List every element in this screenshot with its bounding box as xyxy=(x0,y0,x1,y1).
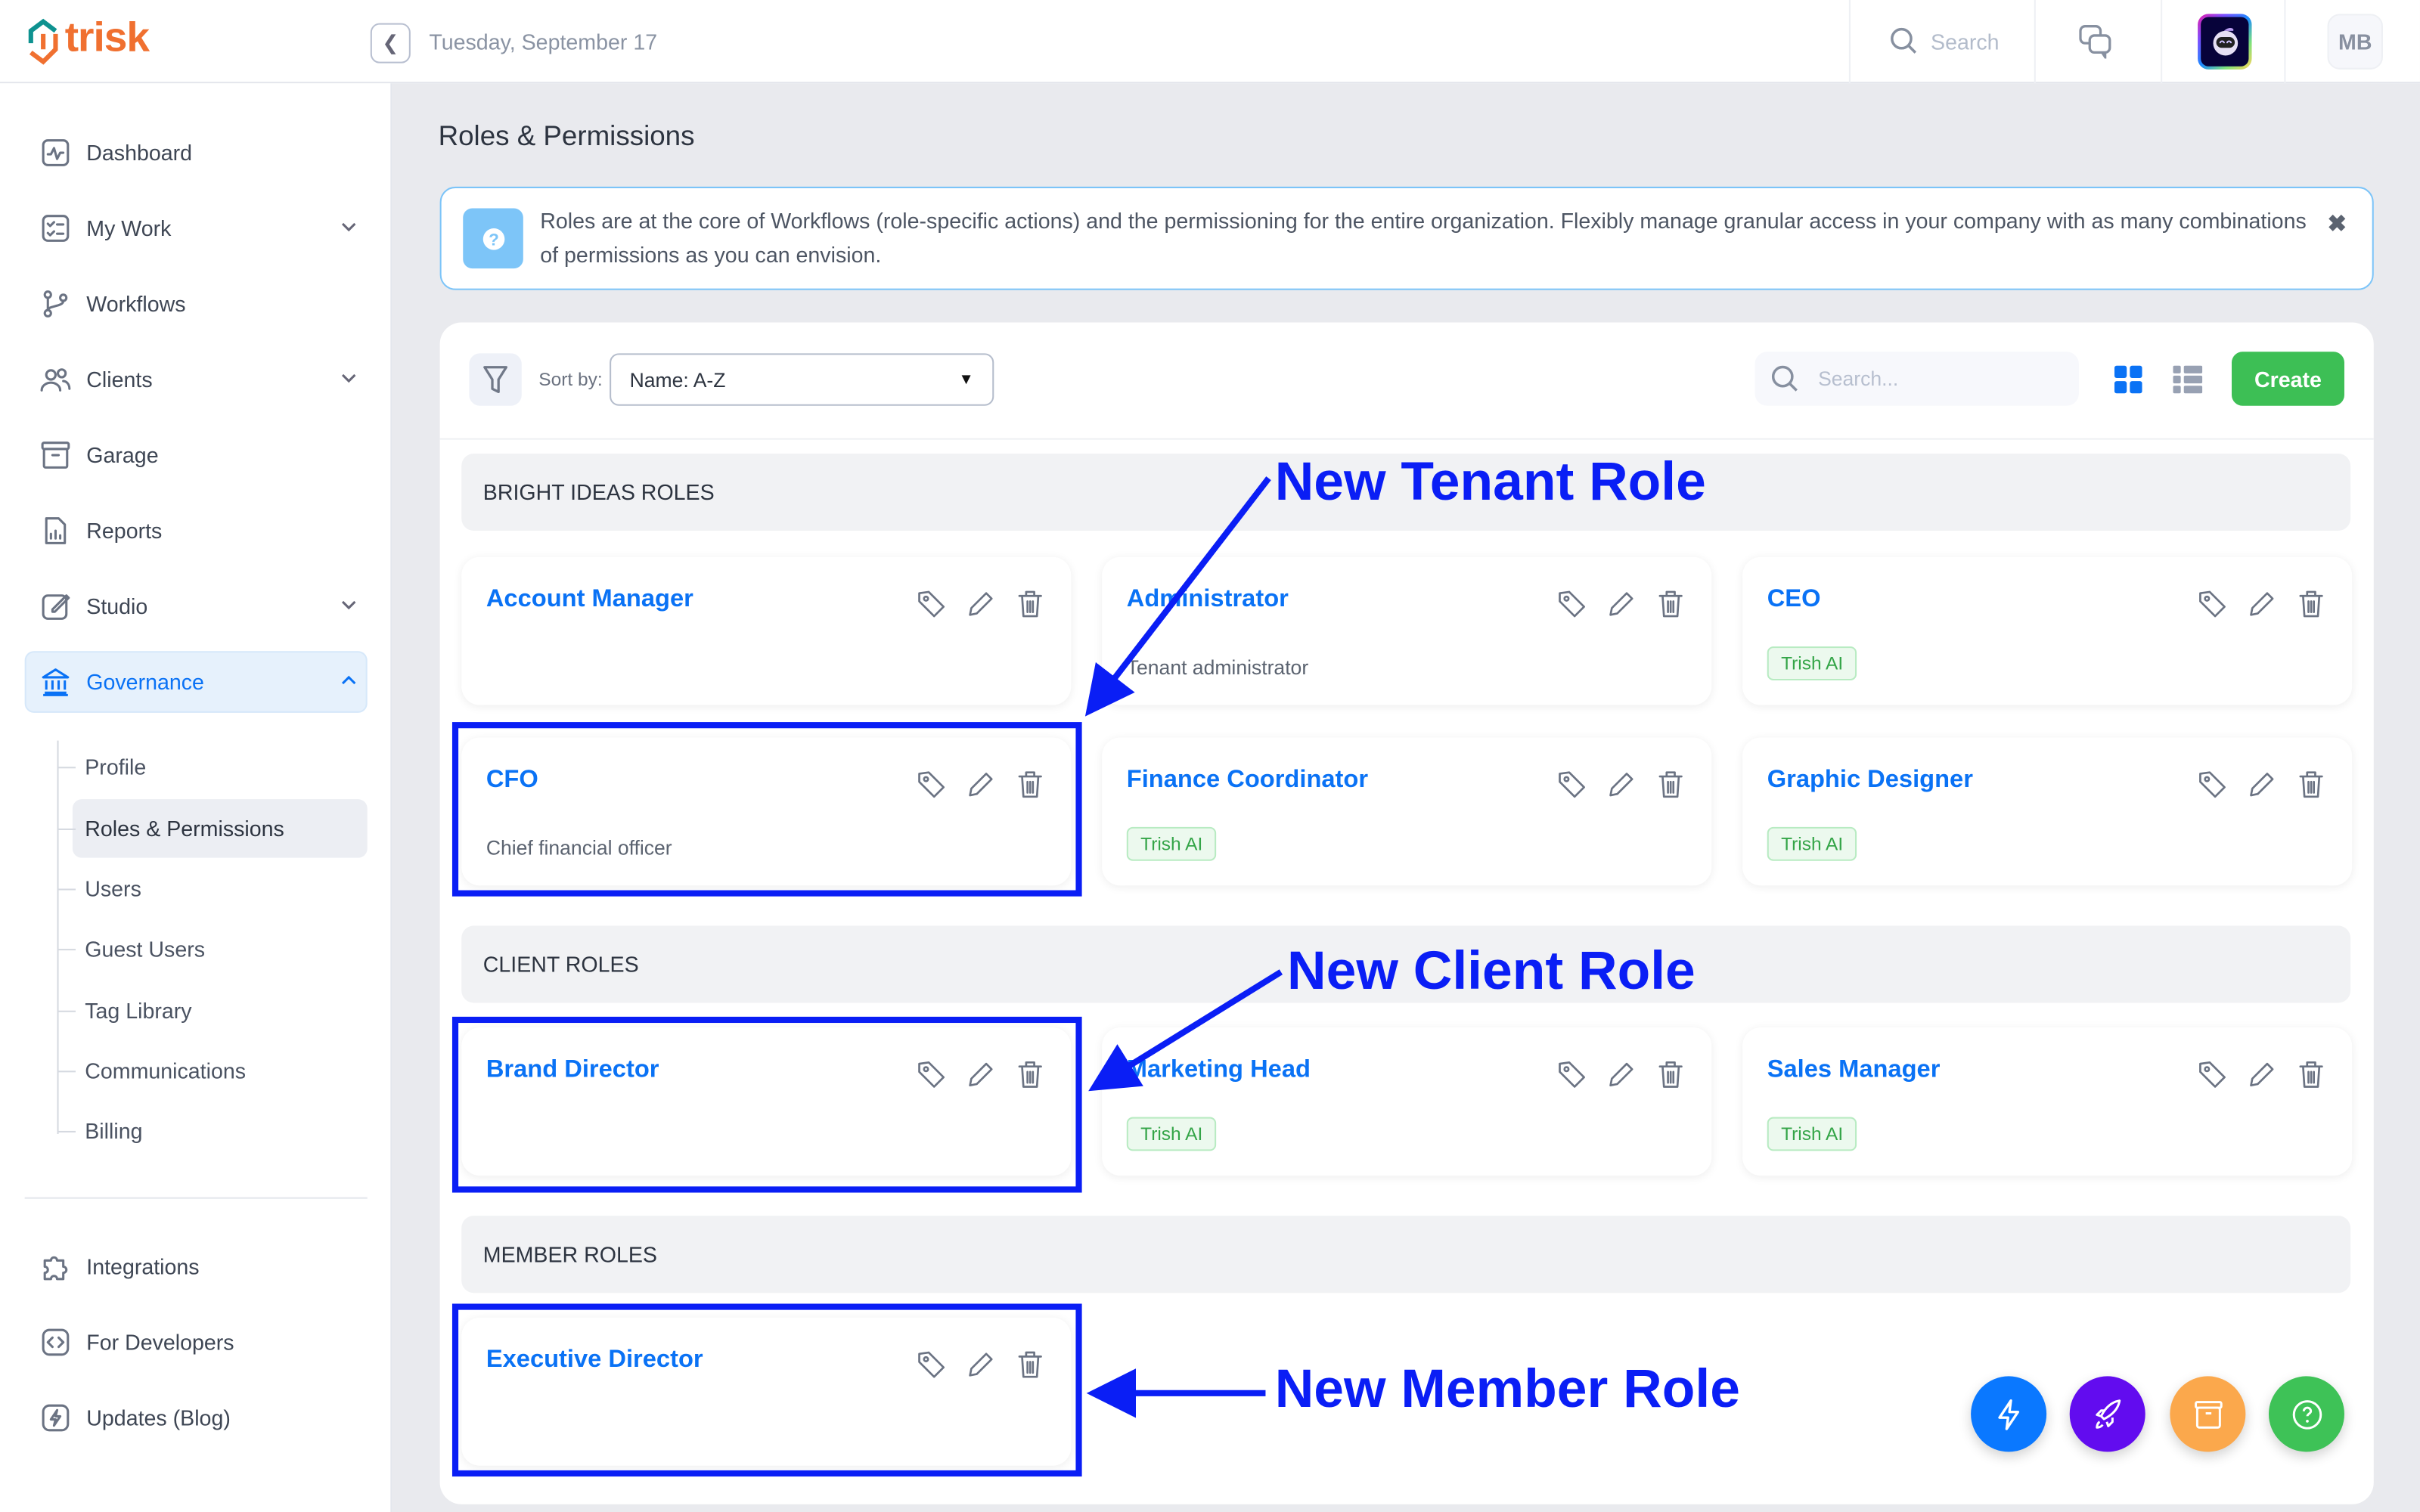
annotation-new-client-role: New Client Role xyxy=(1287,940,1696,1002)
annotation-new-tenant-role: New Tenant Role xyxy=(1274,451,1706,513)
quick-actions-button[interactable] xyxy=(1971,1376,2047,1452)
launch-button[interactable] xyxy=(2069,1376,2145,1452)
help-icon xyxy=(2291,1399,2322,1429)
archive-icon xyxy=(2194,1400,2222,1428)
help-button[interactable] xyxy=(2268,1376,2344,1452)
annotation-arrows xyxy=(1084,476,1283,1418)
arrow-client xyxy=(1088,969,1283,1092)
arrow-tenant xyxy=(1084,476,1271,717)
lightning-icon xyxy=(1997,1399,2019,1430)
rocket-icon xyxy=(2095,1399,2121,1428)
archive-button[interactable] xyxy=(2170,1376,2246,1452)
annotation-new-member-role: New Member Role xyxy=(1274,1359,1740,1420)
